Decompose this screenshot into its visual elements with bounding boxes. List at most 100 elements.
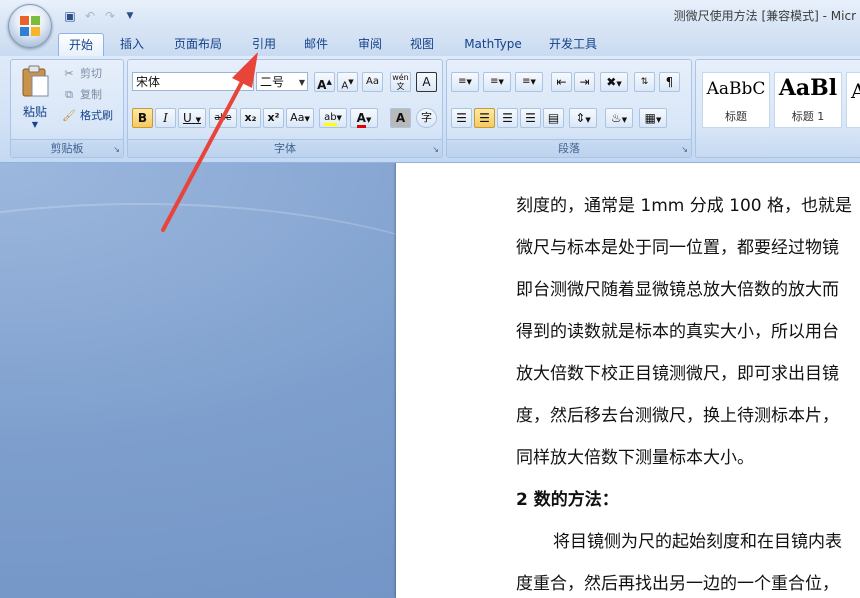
paint-bucket-icon: ♨: [610, 111, 622, 125]
window-title: 测微尺使用方法 [兼容模式] - Micr: [673, 9, 856, 23]
subscript-glyph: x₂: [244, 111, 257, 124]
clear-formatting-glyph: Aa: [366, 76, 379, 87]
cut-button[interactable]: ✂ 剪切: [61, 64, 102, 84]
sort-button[interactable]: ⇅: [634, 72, 655, 92]
phonetic-guide-button[interactable]: wén 文: [390, 72, 411, 92]
underline-button[interactable]: U ▼: [178, 108, 206, 128]
redo-icon[interactable]: ↷: [102, 8, 118, 24]
ribbon-tabs: 开始 插入 页面布局 引用 邮件 审阅 视图 MathType 开发工具: [0, 30, 860, 56]
font-group-label: 字体: [128, 139, 442, 157]
enclose-characters-glyph: 字: [421, 111, 432, 124]
format-painter-label: 格式刷: [80, 109, 113, 122]
strikethrough-glyph: abe: [214, 113, 232, 123]
style-heading-name: 标题: [725, 110, 747, 123]
paragraph-group: ≡▼ ≡▼ ≡▼ ⇤ ⇥ ✖▼ ⇅ ¶ ☰ ☰ ☰ ☰ ▤ ⇕▼ ♨▼ ▦▼ 段…: [446, 59, 692, 158]
align-center-button[interactable]: ☰: [474, 108, 495, 128]
justify-icon: ☰: [525, 111, 536, 125]
ribbon: 粘贴 ▼ ✂ 剪切 ⧉ 复制 🖌 格式刷 剪贴板 ↘ 宋体 ▼ 二号 ▼ A▲ A▼ Aa…: [0, 56, 860, 163]
align-center-icon: ☰: [479, 111, 490, 125]
font-family-combo[interactable]: 宋体 ▼: [132, 72, 254, 91]
decrease-indent-icon: ⇤: [556, 75, 567, 89]
change-case-button[interactable]: Aa▼: [286, 108, 314, 128]
numbered-list-icon: ≡: [490, 76, 499, 87]
grow-font-button[interactable]: A▲: [314, 72, 335, 92]
document-line: 得到的读数就是标本的真实大小，所以用台: [516, 322, 839, 342]
show-marks-button[interactable]: ¶: [659, 72, 680, 92]
font-launcher-icon[interactable]: ↘: [432, 145, 439, 154]
character-shading-glyph: A: [395, 111, 406, 125]
tab-insert[interactable]: 插入: [110, 33, 154, 55]
pilcrow-icon: ¶: [665, 75, 674, 89]
save-icon[interactable]: ▣: [62, 8, 78, 24]
style-heading-1-name: 标题 1: [791, 110, 825, 123]
document-line: 微尺与标本是处于同一位置，都要经过物镜: [516, 238, 839, 258]
font-color-button[interactable]: A▼: [350, 108, 378, 128]
title-bar: ▣ ↶ ↷ ▼ 测微尺使用方法 [兼容模式] - Micr: [0, 0, 860, 48]
distributed-button[interactable]: ▤: [543, 108, 564, 128]
document-line: 放大倍数下校正目镜测微尺，即可求出目镜: [516, 364, 839, 384]
align-left-button[interactable]: ☰: [451, 108, 472, 128]
tab-view[interactable]: 视图: [400, 33, 444, 55]
office-button[interactable]: [8, 4, 52, 48]
highlight-glyph: ab: [324, 112, 337, 126]
customize-qat-icon[interactable]: ▼: [122, 8, 138, 24]
style-heading-1[interactable]: AaBl 标题 1: [774, 72, 842, 128]
italic-button[interactable]: I: [155, 108, 176, 128]
superscript-button[interactable]: x²: [263, 108, 284, 128]
document-page[interactable]: 刻度的，通常是 1mm 分成 100 格，也就是 微尺与标本是处于同一位置，都要…: [396, 163, 860, 598]
subscript-button[interactable]: x₂: [240, 108, 261, 128]
tab-page-layout[interactable]: 页面布局: [166, 33, 230, 55]
shrink-font-button[interactable]: A▼: [337, 72, 358, 92]
style-heading-2[interactable]: A: [846, 72, 860, 128]
clipboard-launcher-icon[interactable]: ↘: [113, 145, 120, 154]
chinese-layout-button[interactable]: ✖▼: [600, 72, 628, 92]
change-case-glyph: Aa: [290, 111, 305, 124]
style-heading-1-sample: AaBl: [778, 75, 838, 101]
numbering-button[interactable]: ≡▼: [483, 72, 511, 92]
copy-button[interactable]: ⧉ 复制: [61, 85, 102, 105]
paragraph-shading-button[interactable]: ♨▼: [605, 108, 633, 128]
multilevel-list-button[interactable]: ≡▼: [515, 72, 543, 92]
styles-group: AaBbC 标题 AaBl 标题 1 A: [695, 59, 860, 158]
tab-mailings[interactable]: 邮件: [294, 33, 338, 55]
paste-icon: [22, 65, 49, 97]
format-painter-button[interactable]: 🖌 格式刷: [61, 106, 113, 126]
cut-label: 剪切: [80, 67, 102, 80]
document-line: 即台测微尺随着显微镜总放大倍数的放大而: [516, 280, 839, 300]
tab-home[interactable]: 开始: [58, 33, 104, 56]
section-heading: 2 数的方法：: [516, 490, 619, 510]
font-size-combo[interactable]: 二号 ▼: [256, 72, 308, 91]
clear-formatting-button[interactable]: Aa: [362, 72, 383, 92]
decrease-indent-button[interactable]: ⇤: [551, 72, 572, 92]
phonetic-guide-glyph: wén: [392, 73, 409, 82]
bullets-button[interactable]: ≡▼: [451, 72, 479, 92]
character-border-button[interactable]: A: [416, 72, 437, 92]
tab-references[interactable]: 引用: [242, 33, 286, 55]
paste-dropdown-icon[interactable]: ▼: [17, 120, 53, 129]
undo-icon[interactable]: ↶: [82, 8, 98, 24]
font-family-value: 宋体: [136, 75, 161, 89]
strikethrough-button[interactable]: abe: [209, 108, 237, 128]
tab-developer[interactable]: 开发工具: [540, 33, 606, 55]
character-shading-button[interactable]: A: [390, 108, 411, 128]
style-heading[interactable]: AaBbC 标题: [702, 72, 770, 128]
bold-button[interactable]: B: [132, 108, 153, 128]
increase-indent-button[interactable]: ⇥: [574, 72, 595, 92]
paragraph-launcher-icon[interactable]: ↘: [681, 145, 688, 154]
borders-button[interactable]: ▦▼: [639, 108, 667, 128]
align-right-button[interactable]: ☰: [497, 108, 518, 128]
highlight-button[interactable]: ab▼: [319, 108, 347, 128]
tab-review[interactable]: 审阅: [348, 33, 392, 55]
underline-glyph: U: [182, 111, 192, 125]
increase-indent-icon: ⇥: [579, 75, 590, 89]
paste-button[interactable]: 粘贴 ▼: [17, 64, 53, 134]
quick-access-toolbar: ▣ ↶ ↷ ▼: [58, 6, 138, 26]
justify-button[interactable]: ☰: [520, 108, 541, 128]
office-logo-icon: [20, 16, 40, 36]
italic-glyph: I: [163, 111, 168, 125]
line-spacing-button[interactable]: ⇕▼: [569, 108, 597, 128]
enclose-characters-button[interactable]: 字: [416, 108, 437, 128]
distributed-icon: ▤: [547, 111, 560, 125]
tab-mathtype[interactable]: MathType: [456, 33, 530, 55]
font-group: 宋体 ▼ 二号 ▼ A▲ A▼ Aa wén 文 A B I U ▼ abe x₂ x…: [127, 59, 443, 158]
